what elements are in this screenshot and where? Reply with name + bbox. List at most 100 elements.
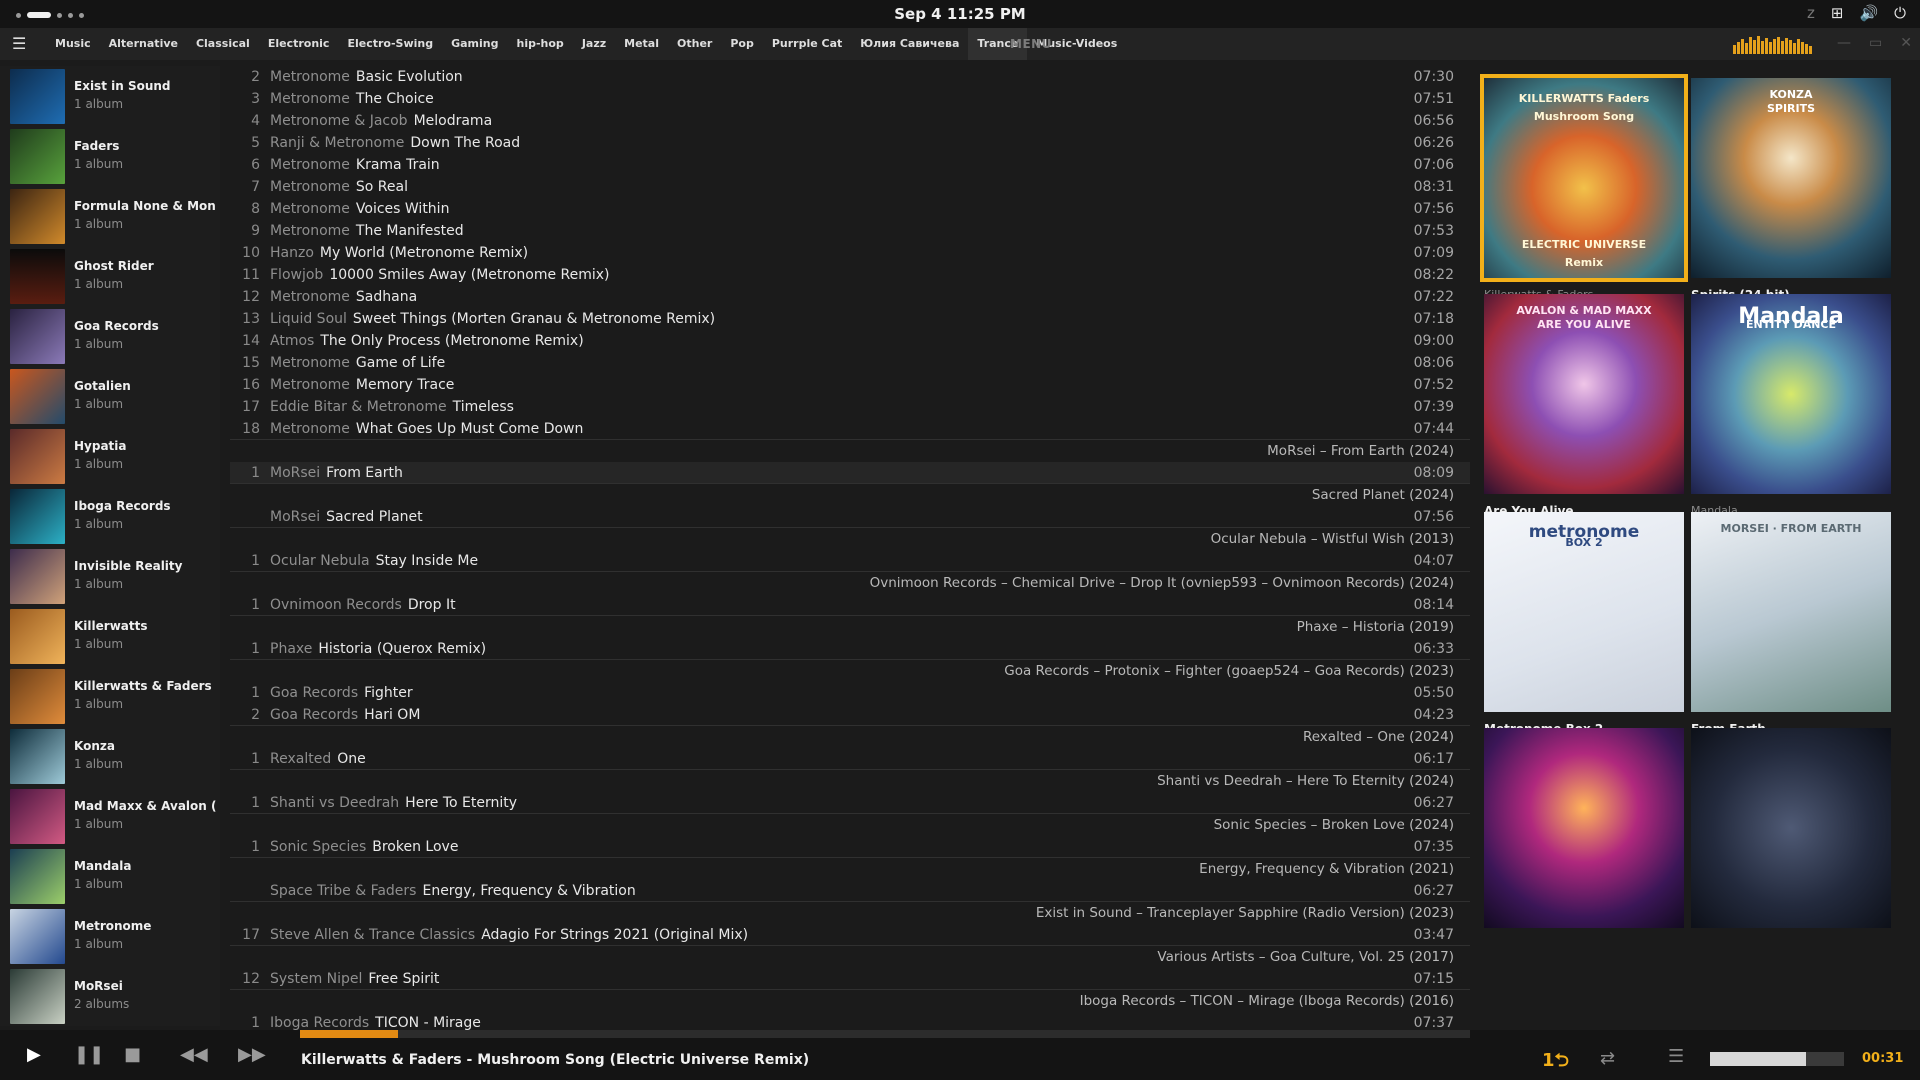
sidebar-artist-item[interactable]: Invisible Reality 1 album [0, 546, 220, 606]
track-row[interactable]: Space Tribe & Faders Energy, Frequency & … [230, 880, 1470, 902]
track-row[interactable]: 2 Goa Records Hari OM 04:23 [230, 704, 1470, 726]
stop-icon[interactable]: ■ [124, 1044, 141, 1065]
shuffle-icon[interactable]: ⇄ [1600, 1048, 1615, 1069]
album-card[interactable]: MORSEI · FROM EARTHFrom EarthMoRsei [1691, 512, 1891, 752]
sidebar-artist-item[interactable]: Iboga Records 1 album [0, 486, 220, 546]
track-row[interactable]: 6 Metronome Krama Train 07:06 [230, 154, 1470, 176]
tab-4[interactable]: Electro-Swing [338, 28, 442, 60]
track-row[interactable]: 2 Metronome Basic Evolution 07:30 [230, 66, 1470, 88]
sleep-icon[interactable]: z [1807, 4, 1815, 22]
track-row[interactable]: 18 Metronome What Goes Up Must Come Down 07… [230, 418, 1470, 440]
pause-icon[interactable]: ❚❚ [74, 1044, 104, 1065]
tab-0[interactable]: Music [46, 28, 100, 60]
sidebar-artist-item[interactable]: MoRsei 2 albums [0, 966, 220, 1026]
tab-7[interactable]: Jazz [573, 28, 615, 60]
album-cover[interactable]: metronome BOX 2 [1484, 512, 1684, 712]
power-icon[interactable]: ⏻ [1894, 4, 1906, 22]
clock[interactable]: Sep 4 11:25 PM [0, 5, 1920, 23]
menu-button[interactable]: MENU [1010, 37, 1052, 51]
sidebar-artist-item[interactable]: Hypatia 1 album [0, 426, 220, 486]
track-title: Basic Evolution [355, 69, 463, 85]
track-row[interactable]: 8 Metronome Voices Within 07:56 [230, 198, 1470, 220]
close-icon[interactable]: ✕ [1900, 35, 1912, 51]
track-row[interactable]: 1 Ovnimoon Records Drop It 08:14 [230, 594, 1470, 616]
volume-slider[interactable] [1710, 1052, 1844, 1066]
repeat-one-icon[interactable]: 1⮌ [1542, 1048, 1569, 1078]
track-duration: 06:17 [1413, 751, 1454, 767]
album-card[interactable]: AVALON & MAD MAXX ARE YOU ALIVE Are You Al… [1484, 294, 1684, 534]
album-card[interactable]: KONZASPIRITSSpirits (24 bit)Konza [1691, 78, 1891, 318]
track-row[interactable]: MoRsei Sacred Planet 07:56 [230, 506, 1470, 528]
tab-11[interactable]: Purrple Cat [763, 28, 851, 60]
track-row[interactable]: 1 Ocular Nebula Stay Inside Me 04:07 [230, 550, 1470, 572]
album-card[interactable]: Mandala ENTITY DANCE Mandala [1691, 294, 1891, 534]
track-row[interactable]: 10 Hanzo My World (Metronome Remix) 07:09 [230, 242, 1470, 264]
track-row[interactable]: 1 Sonic Species Broken Love 07:35 [230, 836, 1470, 858]
track-row[interactable]: 1 MoRsei From Earth 08:09 [230, 462, 1470, 484]
album-card[interactable] [1484, 728, 1684, 968]
sidebar-artist-item[interactable]: Killerwatts & Faders 1 album [0, 666, 220, 726]
track-row[interactable]: 16 Metronome Memory Trace 07:52 [230, 374, 1470, 396]
track-row[interactable]: 1 Rexalted One 06:17 [230, 748, 1470, 770]
track-row[interactable]: 15 Metronome Game of Life 08:06 [230, 352, 1470, 374]
track-row[interactable]: 17 Steve Allen & Trance Classics Adagio Fo… [230, 924, 1470, 946]
album-cover[interactable] [1691, 728, 1891, 928]
album-count: 1 album [74, 277, 124, 291]
sidebar-artist-item[interactable]: Exist in Sound 1 album [0, 66, 220, 126]
track-row[interactable]: 1 Shanti vs Deedrah Here To Eternity 06:27 [230, 792, 1470, 814]
album-card[interactable]: metronomeBOX 2Metronome Box 2Metronome [1484, 512, 1684, 752]
album-card[interactable] [1691, 728, 1891, 968]
sidebar-artist-item[interactable]: Konza 1 album [0, 726, 220, 786]
track-row[interactable]: 1 Iboga Records TICON - Mirage 07:37 [230, 1012, 1470, 1030]
sidebar-artist-item[interactable]: Metronome 1 album [0, 906, 220, 966]
seek-bar[interactable] [300, 1030, 1470, 1038]
network-icon[interactable]: ⊞ [1831, 4, 1844, 22]
track-row[interactable]: 1 Phaxe Historia (Querox Remix) 06:33 [230, 638, 1470, 660]
sidebar-artist-item[interactable]: Mandala 1 album [0, 846, 220, 906]
sidebar-artist-item[interactable]: Ghost Rider 1 album [0, 246, 220, 306]
library-toggle-icon[interactable]: ☰ [12, 34, 26, 53]
album-cover[interactable]: Mandala ENTITY DANCE [1691, 294, 1891, 494]
sidebar-artist-item[interactable]: Gotalien 1 album [0, 366, 220, 426]
track-row[interactable]: 4 Metronome & Jacob Melodrama 06:56 [230, 110, 1470, 132]
tab-12[interactable]: Юлия Савичева [851, 28, 968, 60]
volume-icon[interactable]: 🔊 [1859, 4, 1878, 22]
sidebar-artist-item[interactable]: Faders 1 album [0, 126, 220, 186]
tab-8[interactable]: Metal [615, 28, 668, 60]
previous-icon[interactable]: ◀◀ [180, 1044, 208, 1065]
tab-5[interactable]: Gaming [442, 28, 507, 60]
track-row[interactable]: 12 Metronome Sadhana 07:22 [230, 286, 1470, 308]
next-icon[interactable]: ▶▶ [238, 1044, 266, 1065]
track-row[interactable]: 9 Metronome The Manifested 07:53 [230, 220, 1470, 242]
tab-10[interactable]: Pop [721, 28, 763, 60]
album-cover[interactable]: KONZA SPIRITS [1691, 78, 1891, 278]
track-row[interactable]: 17 Eddie Bitar & Metronome Timeless 07:39 [230, 396, 1470, 418]
album-card[interactable]: KILLERWATTS Faders Mushroom Song ELECTRIC … [1484, 78, 1684, 318]
tab-2[interactable]: Classical [187, 28, 259, 60]
track-row[interactable]: 11 Flowjob 10000 Smiles Away (Metronome Re… [230, 264, 1470, 286]
album-cover[interactable]: KILLERWATTS Faders Mushroom Song ELECTRIC … [1484, 78, 1684, 278]
tab-6[interactable]: hip-hop [508, 28, 573, 60]
album-cover[interactable]: MORSEI · FROM EARTH [1691, 512, 1891, 712]
tab-1[interactable]: Alternative [100, 28, 187, 60]
sidebar-artist-item[interactable]: Formula None & Monol... 1 album [0, 186, 220, 246]
tab-3[interactable]: Electronic [259, 28, 339, 60]
maximize-icon[interactable]: ▭ [1869, 35, 1882, 51]
sidebar-artist-item[interactable]: Mad Maxx & Avalon (Uni... 1 album [0, 786, 220, 846]
album-cover[interactable]: AVALON & MAD MAXX ARE YOU ALIVE [1484, 294, 1684, 494]
track-row[interactable]: 13 Liquid Soul Sweet Things (Morten Granau… [230, 308, 1470, 330]
sidebar-artist-item[interactable]: Killerwatts 1 album [0, 606, 220, 666]
track-row[interactable]: 7 Metronome So Real 08:31 [230, 176, 1470, 198]
minimize-icon[interactable]: — [1837, 35, 1851, 51]
track-row[interactable]: 1 Goa Records Fighter 05:50 [230, 682, 1470, 704]
sidebar-artist-item[interactable]: Goa Records 1 album [0, 306, 220, 366]
album-cover[interactable] [1484, 728, 1684, 928]
track-row[interactable]: 14 Atmos The Only Process (Metronome Remix… [230, 330, 1470, 352]
queue-icon[interactable]: ☰ [1668, 1046, 1684, 1067]
play-icon[interactable]: ▶ [27, 1044, 41, 1065]
track-row[interactable]: 3 Metronome The Choice 07:51 [230, 88, 1470, 110]
track-row[interactable]: 5 Ranji & Metronome Down The Road 06:26 [230, 132, 1470, 154]
track-row[interactable]: 12 System Nipel Free Spirit 07:15 [230, 968, 1470, 990]
visualizer-bar [1809, 46, 1812, 54]
tab-9[interactable]: Other [668, 28, 721, 60]
